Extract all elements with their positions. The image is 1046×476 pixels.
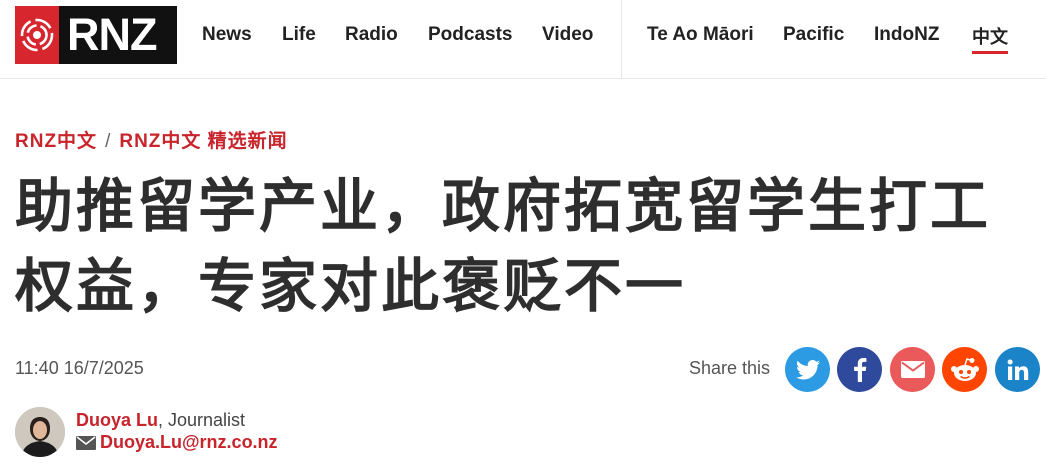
rnz-logo-mark-icon	[15, 6, 59, 64]
author-role: , Journalist	[158, 410, 246, 430]
author-email-link[interactable]: Duoya.Lu@rnz.co.nz	[100, 432, 278, 453]
share-twitter-button[interactable]	[785, 347, 830, 392]
reddit-icon	[950, 357, 979, 381]
nav-indonz[interactable]: IndoNZ	[874, 24, 939, 46]
logo-text: RNZ	[67, 9, 157, 60]
share-email-button[interactable]	[890, 347, 935, 392]
linkedin-icon	[1007, 359, 1028, 380]
nav-te-ao-maori[interactable]: Te Ao Māori	[647, 24, 754, 46]
site-header: RNZ News Life Radio Podcasts Video Te Ao…	[0, 0, 1046, 79]
article-timestamp: 11:40 16/7/2025	[15, 358, 144, 378]
share-linkedin-button[interactable]	[995, 347, 1040, 392]
mail-icon	[900, 361, 925, 378]
breadcrumb-featured-news[interactable]: RNZ中文 精选新闻	[119, 131, 287, 152]
twitter-icon	[795, 359, 820, 379]
breadcrumb-rnz-chinese[interactable]: RNZ中文	[15, 131, 97, 152]
breadcrumb: RNZ中文 / RNZ中文 精选新闻	[15, 126, 288, 153]
author-name[interactable]: Duoya Lu	[76, 410, 158, 430]
author-line: Duoya Lu, Journalist	[76, 410, 245, 431]
nav-news[interactable]: News	[202, 24, 252, 46]
nav-life[interactable]: Life	[282, 24, 316, 46]
share-reddit-button[interactable]	[942, 347, 987, 392]
author-email-line: Duoya.Lu@rnz.co.nz	[76, 432, 278, 453]
breadcrumb-separator: /	[105, 131, 112, 152]
share-label: Share this	[689, 358, 771, 378]
nav-radio[interactable]: Radio	[345, 24, 398, 46]
mail-icon	[76, 435, 96, 450]
nav-chinese[interactable]: 中文	[972, 23, 1008, 54]
rnz-logo[interactable]: RNZ	[15, 6, 177, 64]
facebook-icon	[853, 357, 866, 382]
nav-podcasts[interactable]: Podcasts	[428, 24, 512, 46]
author-avatar	[15, 407, 65, 457]
nav-divider	[621, 0, 622, 79]
share-facebook-button[interactable]	[837, 347, 882, 392]
nav-video[interactable]: Video	[542, 24, 593, 46]
nav-pacific[interactable]: Pacific	[783, 24, 844, 46]
page-title: 助推留学产业，政府拓宽留学生打工权益，专家对此褒贬不一	[15, 172, 992, 320]
